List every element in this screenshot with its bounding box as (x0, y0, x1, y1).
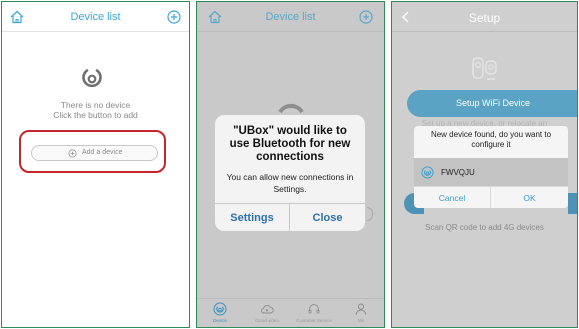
device-name: FWVQJU (441, 168, 475, 177)
bluetooth-alert-dialog: "UBox" would like to use Bluetooth for n… (215, 115, 365, 231)
tab-cloud-video[interactable]: Cloud video (247, 302, 287, 323)
tab-customer-service[interactable]: Customer Service (294, 302, 334, 323)
nav-bar: Device list (197, 2, 384, 32)
nav-bar: Setup (392, 2, 577, 32)
background-button-right (568, 193, 577, 214)
device-logo-icon (421, 166, 434, 179)
bluetooth-permission-screen: Device list "UBox" would like to use Blu… (196, 1, 385, 328)
setup-screen: Setup Setup WiFi Device Set up a new dev… (391, 1, 578, 328)
close-button[interactable]: Close (290, 204, 365, 231)
ok-button[interactable]: OK (491, 187, 568, 208)
add-device-button-edge (367, 207, 373, 221)
person-icon (355, 303, 367, 315)
tab-label: Customer Service (296, 318, 332, 323)
plus-circle-icon[interactable] (166, 9, 182, 25)
camera-device-icon (472, 57, 497, 80)
dialog-actions: Cancel OK (414, 186, 568, 208)
device-tab-icon (213, 302, 227, 316)
alert-actions: Settings Close (215, 203, 365, 231)
add-device-label: Add a device (82, 149, 123, 156)
page-title: Device list (265, 11, 316, 23)
add-device-button[interactable]: Add a device (31, 145, 158, 161)
nav-bar: Device list (2, 2, 189, 32)
dialog-message: New device found, do you want to configu… (430, 130, 552, 149)
setup-wifi-device-button[interactable]: Setup WiFi Device (407, 90, 577, 117)
tab-label: Me (357, 318, 365, 323)
device-found-dialog: New device found, do you want to configu… (414, 126, 568, 208)
cancel-button[interactable]: Cancel (414, 187, 491, 208)
found-device-item[interactable]: FWVQJU (414, 158, 568, 186)
device-list-screen: Device list There is no device Click the… (1, 1, 190, 328)
tab-label: Cloud video (255, 318, 279, 323)
scan-qr-text[interactable]: Scan QR code to add 4G devices (392, 223, 577, 232)
tab-label: Device (213, 318, 227, 323)
empty-state-title: There is no device (60, 100, 131, 110)
headset-icon (308, 304, 320, 314)
cloud-play-icon (261, 305, 274, 314)
empty-state-hint: Click the button to add (53, 110, 138, 120)
tab-me[interactable]: Me (341, 302, 381, 323)
settings-button[interactable]: Settings (215, 204, 290, 231)
tab-device[interactable]: Device (200, 302, 240, 323)
alert-title: "UBox" would like to use Bluetooth for n… (229, 125, 351, 163)
alert-message: You can allow new connections in Setting… (226, 172, 354, 194)
page-title: Device list (70, 11, 121, 23)
plus-circle-icon[interactable] (358, 9, 374, 25)
tab-bar: Device Cloud video Customer Service Me (197, 298, 384, 327)
page-title: Setup (468, 11, 501, 25)
plus-circle-icon (68, 149, 77, 158)
device-logo-icon (82, 69, 102, 88)
device-logo-icon (278, 104, 304, 114)
